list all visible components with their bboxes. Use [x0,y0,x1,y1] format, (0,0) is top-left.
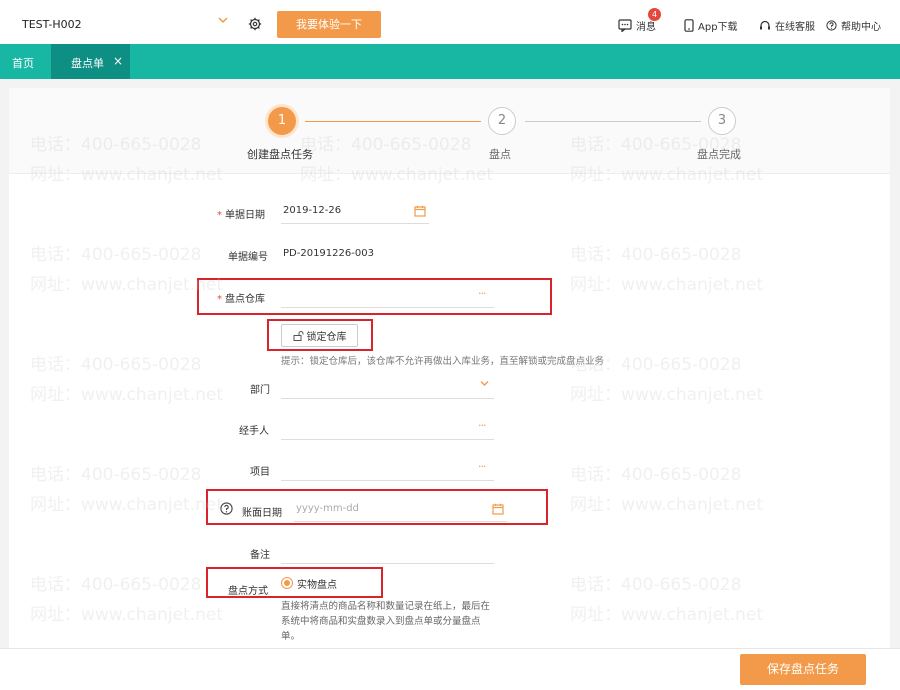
tab-stocktake-label: 盘点单 [71,57,104,70]
online-service-label: 在线客服 [775,22,815,33]
method-radio-physical[interactable] [281,577,293,589]
warehouse-label-text: 盘点仓库 [225,294,265,305]
question-circle-icon[interactable] [220,502,233,515]
doc-no-label: 单据编号 [228,252,268,263]
warehouse-label: * 盘点仓库 [217,290,265,305]
project-underline [281,480,494,481]
book-date-label: 账面日期 [242,508,282,519]
project-label: 项目 [250,467,270,478]
doc-date-label: * 单据日期 [217,206,265,221]
question-icon [826,20,837,31]
method-label: 盘点方式 [228,586,268,597]
department-label: 部门 [250,385,270,396]
calendar-icon[interactable] [492,503,504,515]
save-task-button[interactable]: 保存盘点任务 [740,654,866,685]
more-icon[interactable]: ··· [478,419,486,432]
gear-icon[interactable] [248,17,262,31]
step-1-label: 创建盘点任务 [247,148,313,161]
top-bar: TEST-H002 我要体验一下 消息 4 App下载 在线客服 帮助中心 [0,0,900,44]
help-center-link[interactable]: 帮助中心 [826,18,881,33]
step-3-circle: 3 [708,107,736,135]
method-description: 直接将清点的商品名称和数量记录在纸上，最后在系统中将商品和实盘数录入到盘点单或分… [281,601,491,642]
online-service-link[interactable]: 在线客服 [759,18,815,33]
book-date-input[interactable]: yyyy-mm-dd [296,503,359,514]
tab-home[interactable]: 首页 [12,55,34,71]
company-name[interactable]: TEST-H002 [22,18,82,31]
help-center-label: 帮助中心 [841,22,881,33]
required-mark: * [217,210,222,221]
app-download-link[interactable]: App下载 [684,18,738,33]
lock-tip-text: 提示：锁定仓库后，该仓库不允许再做出入库业务，直至解锁或完成盘点业务 [281,356,605,367]
remark-underline [281,563,494,564]
handler-label: 经手人 [239,426,269,437]
messages-link[interactable]: 消息 [618,18,656,33]
more-icon[interactable]: ··· [478,460,486,473]
more-icon[interactable]: ··· [478,287,486,300]
phone-icon [684,19,694,32]
department-underline [281,398,494,399]
remark-label: 备注 [250,550,270,561]
tab-stocktake[interactable]: 盘点单 × [51,44,130,79]
message-icon [618,19,632,32]
doc-date-underline [281,223,429,224]
messages-count-badge: 4 [648,8,661,21]
trial-button[interactable]: 我要体验一下 [277,11,381,38]
step-3-label: 盘点完成 [697,148,741,161]
step-2-circle: 2 [488,107,516,135]
step-2-label: 盘点 [489,148,511,161]
warehouse-underline [281,307,494,308]
doc-no-value: PD-20191226-003 [283,248,374,259]
close-icon[interactable]: × [113,54,123,68]
steps-area [9,88,890,174]
lock-warehouse-label: 锁定仓库 [306,332,347,343]
method-option-label[interactable]: 实物盘点 [297,576,337,591]
handler-underline [281,439,494,440]
unlock-icon [293,330,303,341]
chevron-down-icon[interactable] [217,14,229,26]
required-mark: * [217,294,222,305]
doc-date-input[interactable]: 2019-12-26 [283,205,341,216]
book-date-underline [294,521,507,522]
chevron-down-icon[interactable] [479,378,490,389]
headset-icon [760,20,770,29]
step-1-circle: 1 [268,107,296,135]
lock-warehouse-button[interactable]: 锁定仓库 [281,324,358,347]
doc-date-label-text: 单据日期 [225,210,265,221]
step-connector-2 [525,121,701,122]
calendar-icon[interactable] [414,205,426,217]
app-download-label: App下载 [698,22,738,33]
step-connector-1 [305,121,481,122]
nav-bar: 首页 盘点单 × [0,44,900,79]
